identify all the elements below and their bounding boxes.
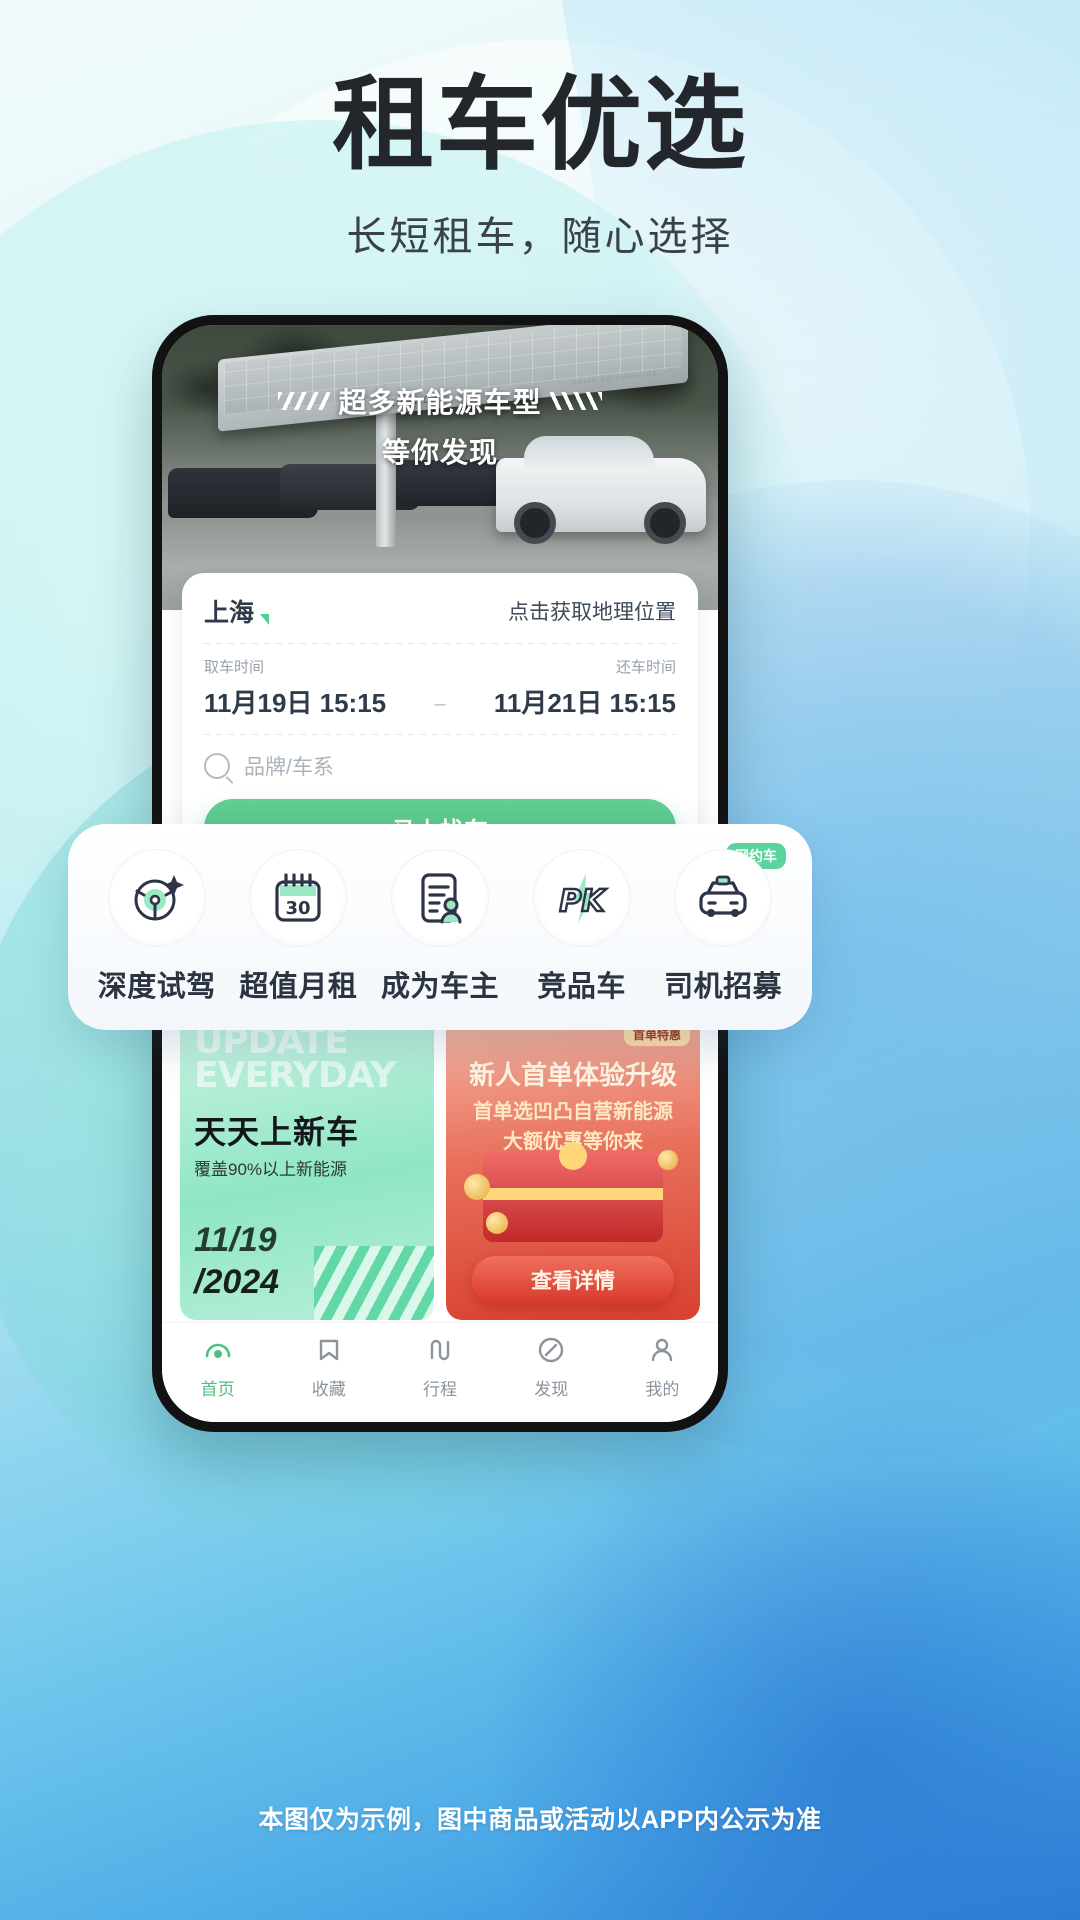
search-icon [204, 753, 230, 779]
slash-decoration-right-icon [549, 392, 602, 410]
nav-item-trips[interactable]: 行程 [384, 1333, 495, 1422]
pickup-time-value: 11月19日 15:15 [204, 688, 387, 718]
nav-item-home[interactable]: 首页 [162, 1333, 273, 1422]
coin-icon-2 [658, 1150, 678, 1170]
feature-item-monthly-rent[interactable]: 30 超值月租 [228, 849, 370, 1005]
return-time-label: 还车时间 [615, 659, 676, 676]
city-name: 上海 [204, 599, 255, 627]
hero-photo: america DRIVE ON SUNSHINE 超多新能源车型 等你发现 [162, 325, 718, 610]
banner-right-line2: 首单选凹凸自营新能源 [473, 1101, 673, 1123]
user-icon [645, 1333, 679, 1367]
feature-label-monthly-rent: 超值月租 [239, 971, 358, 1003]
nav-item-profile[interactable]: 我的 [607, 1333, 718, 1422]
nav-label-profile: 我的 [645, 1380, 680, 1399]
city-row: 上海 点击获取地理位置 [204, 593, 676, 643]
pickup-time-label: 取车时间 [204, 659, 265, 676]
hero-overlay-text: 超多新能源车型 等你发现 [162, 381, 718, 471]
banner-left-date-top: 11/19 [194, 1221, 277, 1259]
nav-label-trips: 行程 [423, 1380, 457, 1399]
nav-label-discover: 发现 [534, 1380, 569, 1399]
bookmark-icon [312, 1333, 346, 1367]
nav-label-favorites: 收藏 [311, 1380, 346, 1399]
nav-item-favorites[interactable]: 收藏 [273, 1333, 384, 1422]
banner-right-headline: 新人首单体验升级 [468, 1060, 677, 1090]
slash-decoration-left-icon [278, 392, 331, 410]
return-time-value: 11月21日 15:15 [493, 688, 676, 718]
feature-label-test-drive: 深度试驾 [97, 971, 216, 1003]
time-row: 取车时间 11月19日 15:15 – 还车时间 11月21日 15:15 [204, 644, 676, 734]
hero-subline: 等你发现 [381, 437, 498, 468]
feature-label-competitor-cars: 竞品车 [537, 971, 626, 1003]
nav-label-home: 首页 [200, 1380, 235, 1399]
hero-headline-row: 超多新能源车型 [162, 381, 718, 421]
banner-left-ghost-text: UPDATE EVERYDAY [194, 1021, 396, 1097]
banner-left-subtitle: 覆盖90%以上新能源 [194, 1160, 348, 1179]
coin-icon-3 [486, 1212, 508, 1234]
compass-icon [534, 1333, 568, 1367]
hero-headline: 超多新能源车型 [338, 387, 542, 418]
banner-left-stripes [314, 1246, 434, 1320]
pickup-time-field[interactable]: 取车时间 11月19日 15:15 [204, 656, 386, 720]
feature-item-test-drive[interactable]: 深度试驾 [86, 849, 228, 1005]
bottom-nav: 首页 收藏 行程 发现 我的 [162, 1322, 718, 1422]
gift-box-illustration [483, 1142, 663, 1242]
banner-first-order[interactable]: 首单特惠 新人首单体验升级 首单选凹凸自营新能源 大额优惠等你来 查看详情 [446, 1015, 700, 1320]
disclaimer-text: 本图仅为示例，图中商品或活动以APP内公示为准 [258, 1806, 822, 1834]
document-person-icon [390, 849, 489, 947]
coin-icon-1 [464, 1174, 490, 1200]
feature-label-driver-recruit: 司机招募 [664, 971, 783, 1003]
banner-new-cars[interactable]: UPDATE EVERYDAY 天天上新车 覆盖90%以上新能源 11/19 /… [180, 1015, 434, 1320]
svg-text:30: 30 [286, 898, 311, 919]
banner-left-title: 天天上新车 [194, 1114, 360, 1150]
feature-item-become-owner[interactable]: 成为车主 [369, 849, 511, 1005]
hero-car-wheel-rear [644, 502, 686, 544]
pk-lightning-icon: PK [532, 849, 631, 947]
trip-icon [423, 1333, 457, 1367]
banner-right-cta-button[interactable]: 查看详情 [472, 1256, 674, 1304]
page-subtitle: 长短租车，随心选择 [346, 215, 734, 259]
feature-shortcut-strip: 深度试驾 30 超值月租 成为车主 PK 竞品车 网约车 司机招募 [68, 824, 812, 1030]
home-icon [201, 1333, 235, 1367]
feature-item-competitor-cars[interactable]: PK 竞品车 [511, 849, 653, 1005]
chevron-down-icon [260, 614, 270, 625]
city-selector[interactable]: 上海 [204, 593, 270, 629]
feature-item-driver-recruit[interactable]: 网约车 司机招募 [652, 843, 794, 1005]
taxi-icon [674, 849, 773, 947]
time-separator: – [434, 693, 446, 715]
steering-wheel-sparkle-icon [107, 849, 206, 947]
feature-label-become-owner: 成为车主 [380, 971, 499, 1003]
calendar-30-icon: 30 [249, 849, 348, 947]
svg-text:PK: PK [559, 884, 607, 919]
banner-left-date-bottom: /2024 [194, 1263, 280, 1301]
hero-car-wheel-front [514, 502, 556, 544]
promo-banners: UPDATE EVERYDAY 天天上新车 覆盖90%以上新能源 11/19 /… [180, 1015, 700, 1320]
get-location-button[interactable]: 点击获取地理位置 [508, 596, 676, 626]
return-time-field[interactable]: 还车时间 11月21日 15:15 [494, 656, 676, 720]
page-title: 租车优选 [332, 66, 748, 185]
brand-search-placeholder: 品牌/车系 [244, 756, 334, 779]
brand-search-field[interactable]: 品牌/车系 [204, 735, 676, 799]
nav-item-discover[interactable]: 发现 [496, 1333, 607, 1422]
